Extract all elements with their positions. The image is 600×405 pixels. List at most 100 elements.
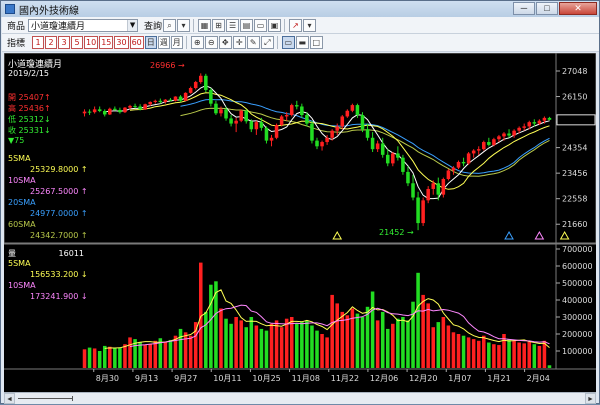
- volume-bar: [97, 351, 102, 368]
- move-icon[interactable]: ✥: [218, 36, 232, 49]
- vol-ma10-line: [129, 304, 550, 348]
- volume-bar: [406, 320, 410, 368]
- candlestick-chart[interactable]: 2704826150252522435423456225582166070000…: [4, 53, 596, 392]
- layout-icon[interactable]: ▭: [281, 36, 295, 49]
- candle-body: [497, 136, 501, 140]
- candle-body: [345, 110, 350, 117]
- volume-bar: [537, 345, 542, 368]
- volume-bar: [188, 335, 193, 368]
- volume-bar: [512, 340, 516, 368]
- scroll-right-icon[interactable]: ►: [585, 393, 596, 404]
- chart-area[interactable]: 2704826150252522435423456225582166070000…: [4, 53, 596, 392]
- candle-body: [512, 130, 516, 136]
- fit-icon[interactable]: ⤢: [260, 36, 274, 49]
- table-icon[interactable]: ▤: [240, 18, 254, 32]
- period-15-button[interactable]: 15: [99, 36, 114, 49]
- title-bar: 國內外技術線 ─ □ ✕: [1, 1, 599, 17]
- candle-body: [295, 105, 299, 107]
- volume-bar: [416, 272, 420, 368]
- grid-icon[interactable]: ▦: [198, 18, 212, 32]
- scroll-left-icon[interactable]: ◄: [4, 393, 15, 404]
- candle-body: [456, 161, 461, 168]
- volume-bar: [461, 335, 466, 368]
- chart-scrollbar[interactable]: ◄ ►: [4, 392, 596, 404]
- close-button[interactable]: ✕: [559, 2, 597, 15]
- list-icon[interactable]: ☰: [226, 18, 240, 32]
- period-month-button[interactable]: 月: [170, 36, 183, 49]
- signal-marker: [332, 230, 343, 240]
- volume-bar: [330, 294, 334, 368]
- main-window: 國內外技術線 ─ □ ✕ 商品 小道瓊連續月 ▼ 查詢 ⌕ ▾ ▦ ⊞ ☰ ▤ …: [0, 0, 600, 404]
- maximize-button[interactable]: □: [536, 2, 558, 15]
- ma20-value: 24977.0000 ↑: [30, 209, 88, 218]
- volume-bar: [148, 344, 152, 368]
- volume-bar: [451, 332, 456, 368]
- candle-body: [466, 153, 471, 164]
- search-icon[interactable]: ⌕: [163, 18, 177, 32]
- volume-bar: [224, 318, 228, 368]
- candle-body: [482, 142, 486, 150]
- zoom-out-icon[interactable]: ⊖: [204, 36, 218, 49]
- product-select[interactable]: 小道瓊連續月 ▼: [28, 18, 139, 32]
- period-3-button[interactable]: 3: [58, 36, 71, 49]
- candle-body: [97, 109, 102, 112]
- volume-bar: [279, 327, 284, 368]
- window-title: 國內外技術線: [19, 5, 79, 17]
- volume-bar: [380, 311, 385, 368]
- volume-label: 量 16011: [8, 249, 84, 258]
- period-10-button[interactable]: 10: [84, 36, 99, 49]
- volume-bar: [295, 323, 299, 368]
- candle-body: [259, 122, 264, 128]
- candle-body: [264, 127, 269, 141]
- volume-bar: [532, 344, 537, 368]
- fullscreen-icon[interactable]: □: [309, 36, 323, 49]
- period-60-button[interactable]: 60: [129, 36, 144, 49]
- draw-icon[interactable]: ✎: [246, 36, 260, 49]
- volume-bar: [128, 337, 132, 368]
- period-2-button[interactable]: 2: [45, 36, 58, 49]
- compare-icon[interactable]: ⊞: [212, 18, 226, 32]
- minimize-button[interactable]: ─: [513, 2, 535, 15]
- period-30-button[interactable]: 30: [114, 36, 129, 49]
- volume-bar: [391, 323, 395, 368]
- candle-body: [487, 142, 491, 145]
- toolbar-divider: [276, 36, 278, 49]
- candle-body: [279, 116, 284, 125]
- volume-bar: [492, 344, 496, 368]
- volume-bar: [335, 303, 339, 368]
- period-week-button[interactable]: 週: [157, 36, 170, 49]
- candle-body: [451, 167, 456, 171]
- open-label: 開 25407↑: [8, 93, 51, 102]
- period-day-button[interactable]: 日: [144, 36, 157, 49]
- scroll-track: [18, 398, 72, 399]
- candle-body: [219, 109, 223, 114]
- ma10-label: 10SMA: [8, 176, 36, 185]
- period-1-button[interactable]: 1: [32, 36, 45, 49]
- price-tick-label: 27048: [562, 67, 587, 76]
- volume-bar: [239, 320, 243, 368]
- candle-body: [209, 90, 213, 104]
- volume-bar: [274, 320, 279, 368]
- change-value: 75: [14, 136, 25, 145]
- line-chart-icon[interactable]: ↗: [289, 18, 303, 32]
- zoom-in-icon[interactable]: ⊕: [190, 36, 204, 49]
- settings-icon[interactable]: ▣: [268, 18, 282, 32]
- window-icon[interactable]: ▭: [254, 18, 268, 32]
- volume-bar: [168, 339, 173, 368]
- volume-bar: [522, 343, 526, 368]
- candle-body: [224, 109, 228, 119]
- dropdown-icon[interactable]: ▾: [177, 18, 191, 32]
- high-marker: 26966 →: [150, 61, 185, 70]
- candle-body: [163, 99, 168, 102]
- chevron-down-icon[interactable]: ▾: [303, 18, 317, 32]
- date-tick-label: 1月07: [448, 374, 471, 383]
- volume-tick-label: 600000: [562, 262, 593, 271]
- candle-body: [198, 75, 203, 83]
- volume-bar: [370, 291, 375, 368]
- date-tick-label: 12月06: [370, 374, 398, 383]
- volume-bar: [360, 317, 365, 368]
- layout2-icon[interactable]: ▬: [295, 36, 309, 49]
- volume-bar: [396, 318, 400, 368]
- period-5-button[interactable]: 5: [71, 36, 84, 49]
- crosshair-icon[interactable]: ✛: [232, 36, 246, 49]
